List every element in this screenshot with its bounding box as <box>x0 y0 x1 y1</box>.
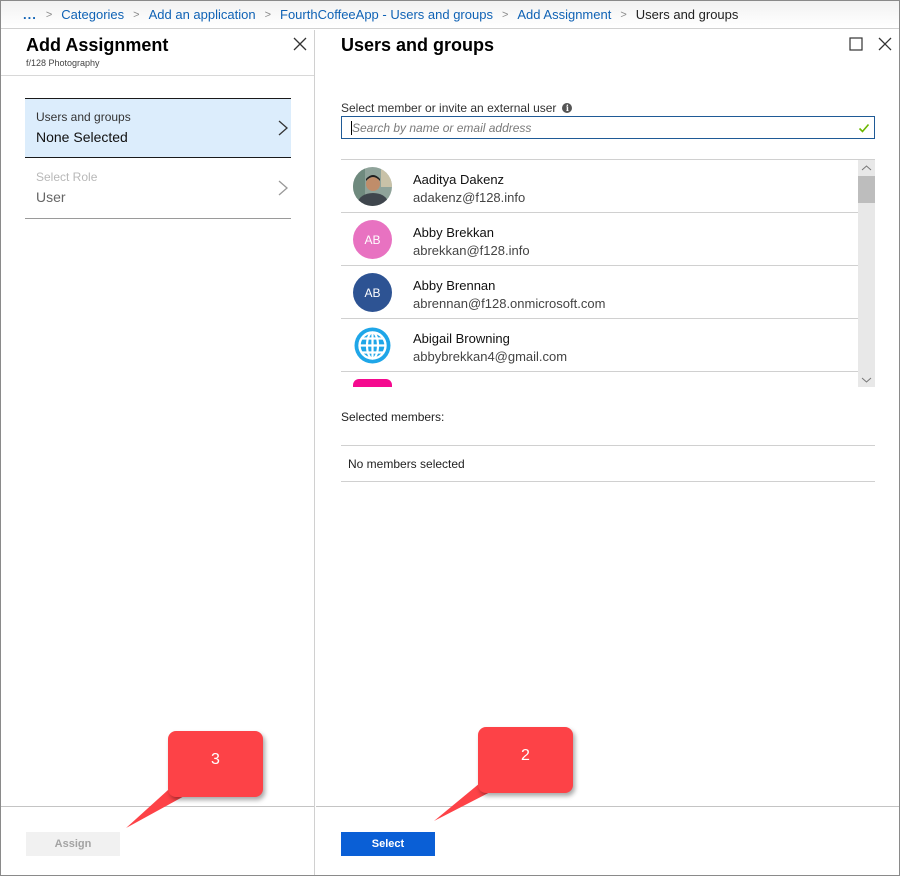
close-icon[interactable] <box>877 36 893 52</box>
footer-divider <box>316 806 899 807</box>
selected-members-list: No members selected <box>341 445 875 482</box>
search-box <box>341 116 875 139</box>
breadcrumb-current: Users and groups <box>635 7 739 22</box>
header-divider <box>1 75 314 76</box>
nav-item-label: Select Role <box>36 170 98 184</box>
breadcrumb-add-assignment[interactable]: Add Assignment <box>517 7 611 22</box>
info-icon[interactable]: i <box>562 103 573 113</box>
scrollbar[interactable] <box>858 160 875 387</box>
avatar-initials: AB <box>353 220 392 259</box>
panel-title: Add Assignment <box>26 35 169 55</box>
member-name: Abigail Browning <box>413 331 510 346</box>
maximize-icon[interactable] <box>848 36 864 52</box>
checkmark-icon <box>858 123 870 133</box>
users-and-groups-panel: Users and groups Select member or invite… <box>316 30 899 875</box>
nav-item-label: Users and groups <box>36 110 131 124</box>
member-row[interactable]: AB Abby Brennan abrennan@f128.onmicrosoft.… <box>341 266 858 319</box>
chevron-up-icon[interactable] <box>858 161 875 175</box>
close-icon[interactable] <box>292 36 308 52</box>
search-label-text: Select member or invite an external user <box>341 101 557 115</box>
chevron-right-icon: > <box>133 8 140 21</box>
member-row[interactable]: Aaditya Dakenz adakenz@f128.info <box>341 160 858 213</box>
search-label: Select member or invite an external user… <box>341 101 573 115</box>
member-row[interactable]: AB Abby Brekkan abrekkan@f128.info <box>341 213 858 266</box>
avatar-initials <box>353 379 392 387</box>
chevron-right-icon: > <box>45 8 53 21</box>
chevron-right-icon: > <box>501 8 509 21</box>
member-email: abrennan@f128.onmicrosoft.com <box>413 296 606 311</box>
avatar-photo <box>353 167 392 206</box>
panel-title: Users and groups <box>341 35 495 55</box>
member-row[interactable]: Abigail Browning abbybrekkan4@gmail.com <box>341 319 858 372</box>
callout-badge-3: 3 <box>168 731 263 797</box>
member-name: Aaditya Dakenz <box>413 172 505 187</box>
assign-button[interactable]: Assign <box>26 832 120 856</box>
nav-item-users-and-groups[interactable]: Users and groups None Selected <box>25 98 291 158</box>
member-name: Abby Brekkan <box>413 225 494 240</box>
member-row[interactable] <box>341 372 858 387</box>
member-email: adakenz@f128.info <box>413 190 526 205</box>
chevron-right-icon <box>278 180 288 196</box>
member-name: Abby Brennan <box>413 278 496 293</box>
scrollbar-thumb[interactable] <box>858 176 875 203</box>
breadcrumb-ellipsis[interactable]: ... <box>23 7 37 22</box>
chevron-down-icon[interactable] <box>858 373 875 387</box>
breadcrumb-app-users-groups[interactable]: FourthCoffeeApp - Users and groups <box>280 7 493 22</box>
chevron-right-icon <box>278 120 288 136</box>
add-assignment-panel: Add Assignment f/128 Photography Users a… <box>1 30 315 875</box>
breadcrumb: ... > Categories > Add an application > … <box>1 1 899 29</box>
breadcrumb-categories[interactable]: Categories <box>61 7 124 22</box>
nav-item-value: None Selected <box>36 129 128 145</box>
nav-item-value: User <box>36 189 66 205</box>
breadcrumb-add-application[interactable]: Add an application <box>149 7 256 22</box>
member-list-rows: Aaditya Dakenz adakenz@f128.info AB Abby Br… <box>341 160 858 387</box>
member-email: abrekkan@f128.info <box>413 243 530 258</box>
callout-badge-2: 2 <box>478 727 573 793</box>
select-button[interactable]: Select <box>341 832 435 856</box>
chevron-right-icon: > <box>264 8 272 21</box>
globe-icon <box>353 326 392 365</box>
selected-members-empty: No members selected <box>348 457 465 471</box>
avatar-initials: AB <box>353 273 392 312</box>
text-caret <box>351 121 352 135</box>
chevron-right-icon: > <box>620 8 627 21</box>
selected-members-label: Selected members: <box>341 410 445 424</box>
member-list: Aaditya Dakenz adakenz@f128.info AB Abby Br… <box>341 159 875 387</box>
member-email: abbybrekkan4@gmail.com <box>413 349 568 364</box>
panel-subtitle: f/128 Photography <box>26 58 100 68</box>
search-input[interactable] <box>342 117 842 138</box>
nav-item-select-role[interactable]: Select Role User <box>25 159 291 219</box>
